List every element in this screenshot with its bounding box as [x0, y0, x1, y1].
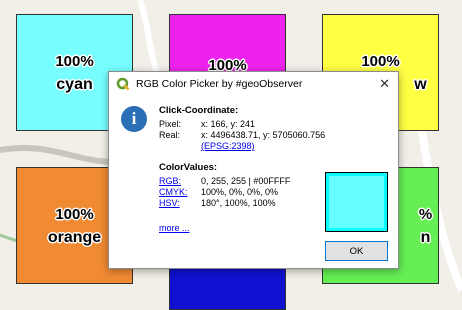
color-swatch-fill	[329, 176, 384, 228]
cmyk-value: 100%, 0%, 0%, 0%	[201, 187, 279, 197]
more-row: more ...	[159, 223, 325, 234]
tile-orange-percent: 100%	[55, 205, 94, 223]
color-swatch	[325, 172, 388, 232]
close-icon[interactable]: ✕	[379, 76, 390, 92]
pixel-value: x: 166, y: 241	[201, 119, 256, 129]
tile-cyan-percent: 100%	[55, 52, 94, 70]
tile-yellow-percent: 100%	[361, 52, 400, 70]
tile-cyan-label: cyan	[56, 75, 93, 93]
dialog-titlebar[interactable]: RGB Color Picker by #geoObserver ✕	[109, 72, 398, 96]
ok-button[interactable]: OK	[325, 241, 388, 261]
hsv-row: HSV: 180°, 100%, 100%	[159, 198, 325, 209]
qgis-logo-icon	[116, 77, 130, 91]
epsg-row: (EPSG:2398)	[159, 141, 325, 152]
tile-orange-label: orange	[47, 228, 102, 246]
cmyk-link[interactable]: CMYK:	[159, 187, 201, 198]
dialog-content: Click-Coordinate: Pixel: x: 166, y: 241 …	[159, 105, 325, 234]
pixel-label: Pixel:	[159, 119, 182, 129]
rgb-row: RGB: 0, 255, 255 | #00FFFF	[159, 176, 325, 187]
pixel-row: Pixel: x: 166, y: 241	[159, 119, 325, 130]
dialog-title: RGB Color Picker by #geoObserver	[136, 78, 303, 90]
epsg-link[interactable]: (EPSG:2398)	[201, 141, 255, 152]
real-label: Real:	[159, 130, 181, 140]
click-coordinate-heading: Click-Coordinate:	[159, 105, 239, 116]
color-picker-dialog: RGB Color Picker by #geoObserver ✕ i Cli…	[108, 71, 399, 269]
real-value: x: 4496438.71, y: 5705060.756	[201, 130, 326, 140]
cmyk-row: CMYK: 100%, 0%, 0%, 0%	[159, 187, 325, 198]
rgb-value: 0, 255, 255 | #00FFFF	[201, 176, 291, 186]
color-values-heading: ColorValues:	[159, 162, 218, 173]
rgb-link[interactable]: RGB:	[159, 176, 201, 187]
hsv-link[interactable]: HSV:	[159, 198, 201, 209]
info-icon: i	[121, 106, 147, 132]
more-link[interactable]: more ...	[159, 223, 190, 234]
hsv-value: 180°, 100%, 100%	[201, 198, 276, 208]
real-row: Real: x: 4496438.71, y: 5705060.756	[159, 130, 325, 141]
